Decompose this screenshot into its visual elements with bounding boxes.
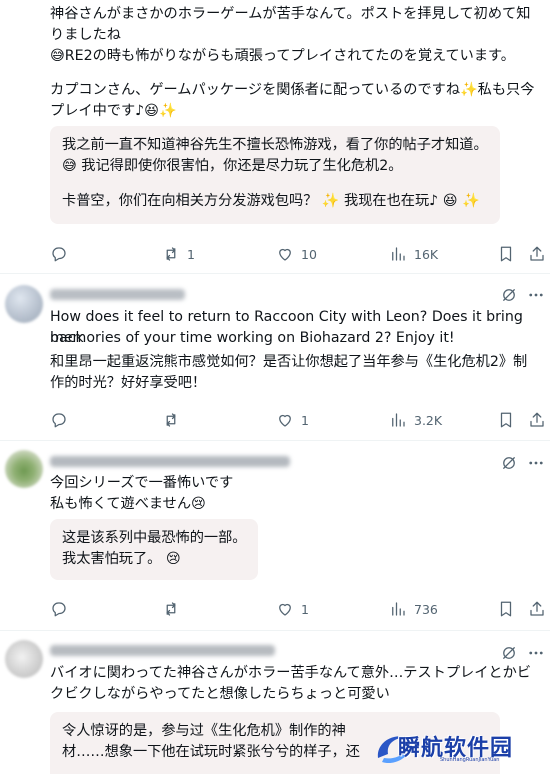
share-button[interactable] bbox=[528, 243, 546, 265]
heart-icon bbox=[279, 603, 291, 616]
divider bbox=[0, 630, 550, 631]
avatar[interactable] bbox=[5, 285, 43, 323]
reply-1-text-line-4: カプコンさん、ゲームパッケージを関係者に配っているのですね✨私も只今 bbox=[50, 82, 535, 98]
bookmark-icon bbox=[500, 601, 512, 617]
reply-3-actions: 1 736 bbox=[50, 598, 544, 620]
like-button[interactable]: 1 bbox=[276, 598, 309, 620]
author-name-blurred[interactable] bbox=[50, 645, 275, 656]
reply-1-text-line-2: りましたね bbox=[50, 27, 121, 43]
more-button[interactable] bbox=[527, 452, 545, 474]
divider bbox=[0, 273, 550, 274]
divider bbox=[0, 440, 550, 441]
repost-icon bbox=[166, 413, 176, 427]
heart-icon bbox=[279, 414, 291, 427]
watermark-logo: 瞬航软件园 ShunHangRuanJianYuan bbox=[370, 724, 530, 774]
author-name-blurred[interactable] bbox=[50, 456, 290, 467]
repost-button[interactable] bbox=[162, 598, 180, 620]
reply-3-translation: 这是该系列中最恐怖的一部。 我太害怕玩了。 😢 bbox=[50, 519, 258, 580]
share-button[interactable] bbox=[528, 409, 546, 431]
reply-1-text-line-5: プレイ中です♪😆✨ bbox=[50, 103, 177, 119]
bookmark-icon bbox=[500, 246, 512, 262]
reply-1-translation-line-2: 😅 我记得即使你很害怕，你还是尽力玩了生化危机2。 bbox=[62, 158, 403, 174]
views-icon bbox=[392, 602, 405, 616]
views-button[interactable]: 16K bbox=[389, 243, 438, 265]
repost-count: 1 bbox=[187, 246, 195, 262]
views-icon bbox=[392, 247, 405, 261]
like-count: 1 bbox=[301, 601, 309, 617]
avatar[interactable] bbox=[5, 450, 43, 488]
share-icon bbox=[530, 246, 544, 261]
reply-button[interactable] bbox=[50, 243, 68, 265]
reply-3-translation-line-2: 我太害怕玩了。 😢 bbox=[62, 551, 181, 567]
grok-button[interactable] bbox=[500, 642, 518, 664]
more-button[interactable] bbox=[527, 642, 545, 664]
like-button[interactable]: 10 bbox=[276, 243, 317, 265]
author-name-blurred[interactable] bbox=[50, 289, 185, 300]
repost-icon bbox=[166, 602, 176, 616]
grok-button[interactable] bbox=[500, 284, 518, 306]
share-icon bbox=[530, 601, 544, 616]
reply-1-translation-line-3: 卡普空，你们在向相关方分发游戏包吗？ ✨ 我现在也在玩♪ 😆 ✨ bbox=[62, 193, 480, 209]
like-count: 10 bbox=[301, 246, 317, 262]
views-count: 736 bbox=[414, 601, 438, 617]
share-icon bbox=[530, 412, 544, 427]
reply-icon bbox=[52, 602, 66, 617]
reply-icon bbox=[52, 413, 66, 428]
reply-1-text-line-3: 😅RE2の時も怖がりながらも頑張ってプレイされてたのを覚えています。 bbox=[50, 48, 515, 64]
repost-button[interactable]: 1 bbox=[162, 243, 195, 265]
bookmark-icon bbox=[500, 412, 512, 428]
grok-icon bbox=[503, 647, 515, 659]
more-button[interactable] bbox=[527, 284, 545, 306]
views-count: 16K bbox=[414, 246, 439, 262]
reply-1-actions: 1 10 16K bbox=[50, 243, 544, 265]
more-icon bbox=[529, 461, 543, 465]
reply-button[interactable] bbox=[50, 409, 68, 431]
views-button[interactable]: 736 bbox=[389, 598, 438, 620]
reply-2-text-line-3: 和里昂一起重返浣熊市感觉如何？是否让你想起了当年参与《生化危机2》制 bbox=[50, 354, 528, 370]
avatar[interactable] bbox=[5, 640, 43, 678]
reply-4-text-line-1: バイオに関わってた神谷さんがホラー苦手なんて意外…テストプレイとかビ bbox=[50, 665, 531, 681]
reply-1-translation-line-1: 我之前一直不知道神谷先生不擅长恐怖游戏，看了你的帖子才知道。 bbox=[62, 137, 488, 153]
reply-3-translation-line-1: 这是该系列中最恐怖的一部。 bbox=[62, 530, 247, 546]
views-icon bbox=[392, 413, 405, 427]
reply-2-actions: 1 3.2K bbox=[50, 409, 544, 431]
grok-button[interactable] bbox=[500, 452, 518, 474]
reply-1-translation: 我之前一直不知道神谷先生不擅长恐怖游戏，看了你的帖子才知道。 😅 我记得即使你很… bbox=[50, 126, 500, 224]
reply-2-text-line-2: memories of your time working on Biohaza… bbox=[50, 330, 455, 346]
views-count: 3.2K bbox=[414, 412, 443, 428]
watermark-subtitle: ShunHangRuanJianYuan bbox=[440, 757, 500, 763]
heart-icon bbox=[279, 248, 291, 261]
reply-button[interactable] bbox=[50, 598, 68, 620]
reply-2-text-line-4: 作的时光？好好享受吧！ bbox=[50, 375, 207, 391]
reply-1-text-line-1: 神谷さんがまさかのホラーゲームが苦手なんて。ポストを拝見して初めて知 bbox=[50, 6, 531, 22]
reply-icon bbox=[52, 247, 66, 262]
grok-icon bbox=[503, 289, 515, 301]
like-button[interactable]: 1 bbox=[276, 409, 309, 431]
bookmark-button[interactable] bbox=[497, 409, 515, 431]
grok-icon bbox=[503, 457, 515, 469]
views-button[interactable]: 3.2K bbox=[389, 409, 442, 431]
repost-icon bbox=[166, 247, 176, 261]
bookmark-button[interactable] bbox=[497, 243, 515, 265]
more-icon bbox=[529, 293, 543, 297]
like-count: 1 bbox=[301, 412, 309, 428]
share-button[interactable] bbox=[528, 598, 546, 620]
repost-button[interactable] bbox=[162, 409, 180, 431]
reply-3-text-line-2: 私も怖くて遊べません😢 bbox=[50, 496, 206, 512]
reply-4-text-line-2: クビクしながらやってたと想像したらちょっと可愛い bbox=[50, 686, 390, 702]
reply-3-text-line-1: 今回シリーズで一番怖いです bbox=[50, 475, 234, 491]
more-icon bbox=[529, 651, 543, 655]
bookmark-button[interactable] bbox=[497, 598, 515, 620]
